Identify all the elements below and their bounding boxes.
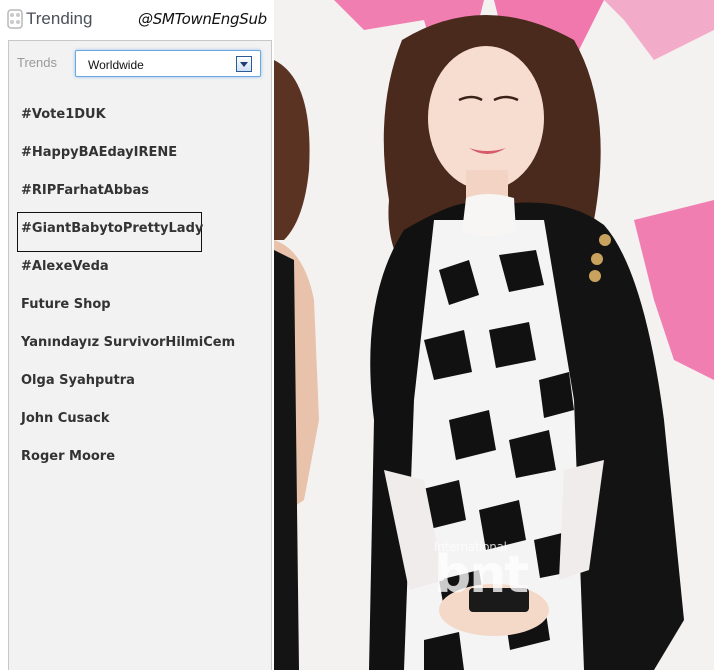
trend-item[interactable]: #RIPFarhatAbbas (21, 183, 149, 203)
event-photo: International bnt (274, 0, 714, 670)
trend-item[interactable]: Olga Syahputra (21, 373, 135, 393)
trend-item[interactable]: Yanındayız SurvivorHilmiCem (21, 335, 235, 355)
trend-item[interactable]: #HappyBAEdayIRENE (21, 145, 177, 165)
location-select[interactable]: Worldwide (75, 50, 261, 77)
panel-title: Trending (26, 9, 93, 28)
trends-label: Trends (17, 55, 57, 70)
trend-logo-icon (7, 9, 23, 29)
trend-item[interactable]: Future Shop (21, 297, 111, 317)
trend-item[interactable]: #GiantBabytoPrettyLady (21, 221, 203, 241)
location-select-value: Worldwide (88, 58, 144, 72)
dropdown-button[interactable] (236, 56, 252, 72)
trend-item[interactable]: #Vote1DUK (21, 107, 106, 127)
trend-item[interactable]: #AlexeVeda (21, 259, 109, 279)
account-watermark: @SMTownEngSub (138, 10, 267, 28)
photo-watermark: International bnt (434, 540, 529, 605)
trend-item[interactable]: Roger Moore (21, 449, 115, 469)
photo-watermark-big: bnt (434, 545, 529, 605)
trend-item[interactable]: John Cusack (21, 411, 109, 431)
chevron-down-icon (240, 62, 248, 67)
trends-panel: Trends Worldwide #Vote1DUK #HappyBAEdayI… (8, 40, 272, 670)
panel-header: Trending @SMTownEngSub (0, 0, 274, 40)
